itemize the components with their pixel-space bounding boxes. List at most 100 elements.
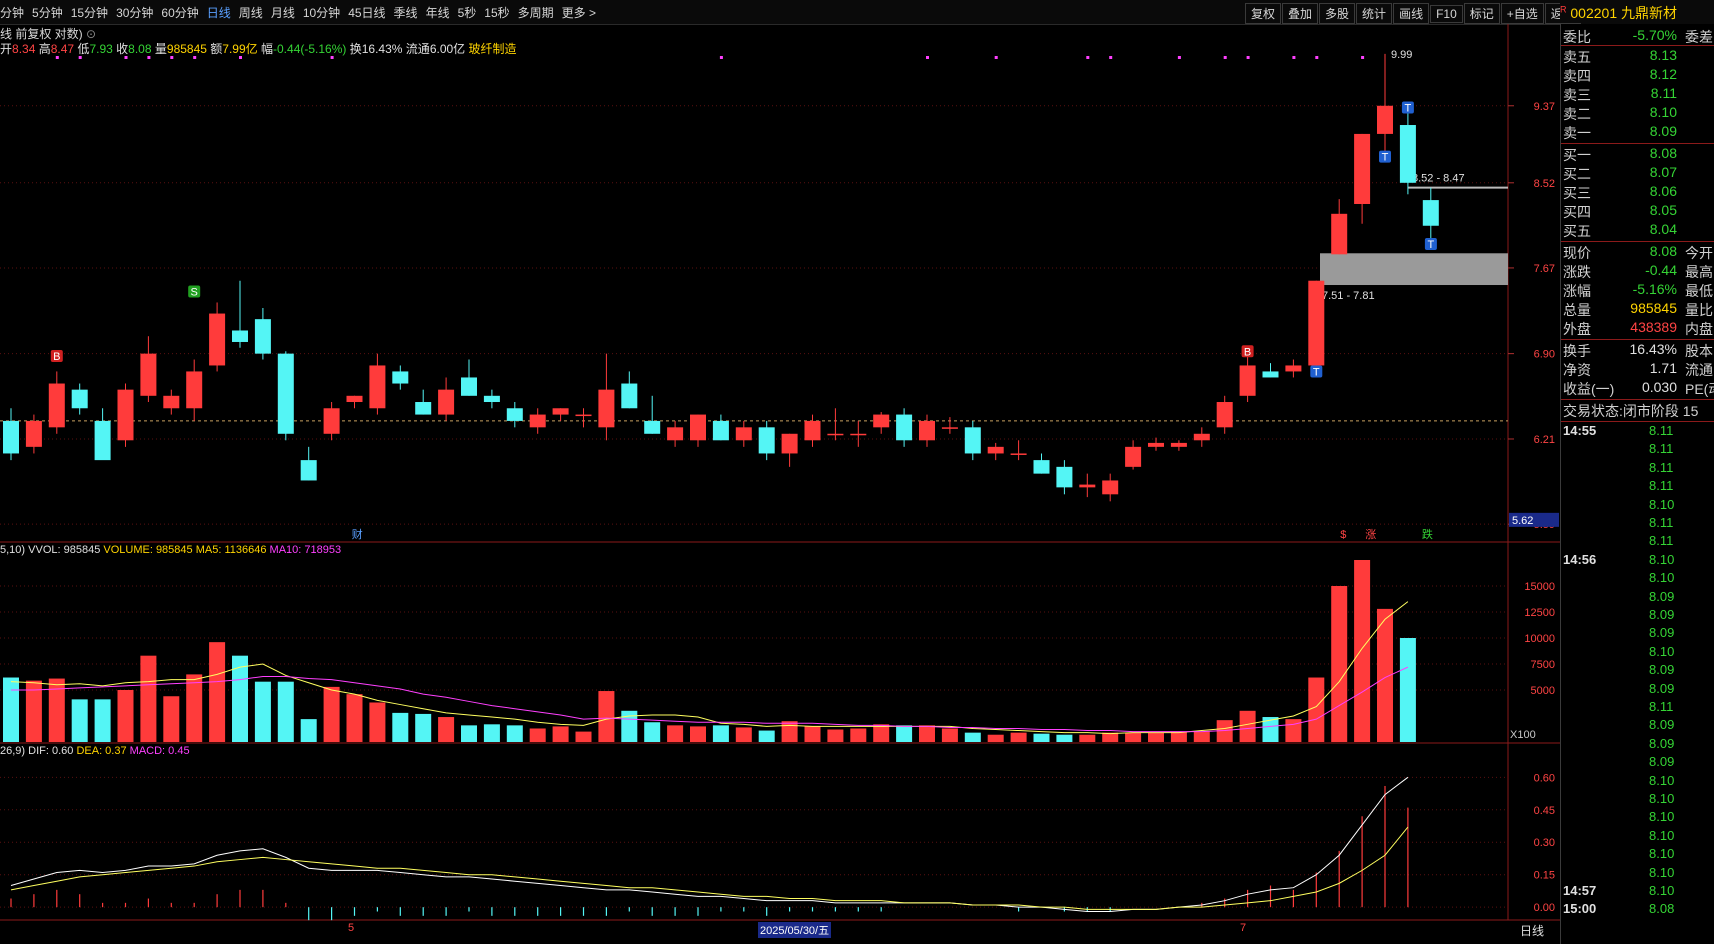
weibi-row: 委比 -5.70% 委差 [1561, 27, 1714, 46]
candle-body [506, 408, 523, 421]
ask-label: 卖四 [1563, 68, 1591, 84]
volume-bar [873, 724, 890, 742]
quote-panel: 委比 -5.70% 委差 卖五 8.13 卖四 8.12 卖三 8.11 卖二 8.10 卖一 8.09… [1560, 24, 1714, 944]
volume-bar [552, 726, 569, 742]
volume-bar [964, 732, 981, 742]
volume-bar [1308, 677, 1325, 742]
candle-body [1285, 365, 1302, 372]
event-marker: 涨 [1365, 528, 1376, 541]
weicha-label: 委差 [1685, 29, 1713, 45]
buy-marker-label: B [1244, 346, 1251, 358]
volume-bar [71, 699, 88, 742]
kline-chart[interactable]: 9.378.527.676.906.215.595.627.51 - 7.818… [0, 0, 1560, 944]
tick-price: 8.11 [1649, 478, 1674, 494]
stat-value: -5.16% [1632, 281, 1677, 297]
volume-bar [1056, 734, 1073, 742]
price-tick-label: 8.52 [1534, 178, 1555, 190]
ask-price: 8.13 [1649, 47, 1677, 63]
bid-price: 8.08 [1649, 145, 1677, 161]
stat-label: 收益(一) [1563, 381, 1615, 397]
price-tick-label: 6.90 [1534, 349, 1555, 361]
candle-body [163, 395, 180, 409]
divider [1561, 399, 1714, 400]
tick-row: 8.10 [1561, 497, 1714, 515]
volume-bar [323, 686, 340, 742]
candle-body [804, 420, 821, 441]
signal-dot [147, 56, 151, 59]
tick-row: 8.10 [1561, 773, 1714, 791]
candle-body [1308, 280, 1325, 366]
stat-right-label: 今开 [1685, 245, 1713, 261]
stat-value: 438389 [1630, 319, 1677, 335]
tick-row: 14:56 8.10 [1561, 552, 1714, 570]
volume-bar [1125, 732, 1142, 742]
tick-price: 8.11 [1649, 699, 1674, 714]
signal-dot [55, 56, 59, 59]
tick-row: 8.09 [1561, 717, 1714, 735]
candle-body [1102, 480, 1119, 495]
x-label-month-7: 7 [1240, 922, 1247, 934]
dea-value: DEA: 0.37 [76, 745, 127, 757]
stat-label: 换手 [1563, 343, 1591, 359]
tick-time: 15:00 [1563, 901, 1597, 917]
bid-row: 买四 8.05 [1561, 202, 1714, 221]
price-marker-label: 5.62 [1512, 515, 1533, 527]
period-status[interactable]: 日线 [1520, 922, 1544, 939]
stat-value: -0.44 [1645, 262, 1677, 278]
candle-body [277, 353, 294, 434]
macd-tick-label: 0.45 [1534, 805, 1555, 817]
stat-row: 涨跌 -0.44 最高 [1561, 262, 1714, 281]
volume-bar [254, 681, 271, 742]
vvol-value: VVOL: 985845 [28, 544, 101, 556]
candle-body [1079, 484, 1096, 488]
ask-price: 8.11 [1650, 85, 1677, 101]
candle-body [1399, 125, 1416, 183]
dif-value: DIF: 0.60 [28, 745, 74, 757]
candle-body [117, 389, 134, 441]
signal-dot [719, 56, 723, 59]
tick-price: 8.10 [1649, 827, 1675, 843]
candle-body [392, 371, 409, 384]
signal-dot [1086, 56, 1090, 59]
stock-code[interactable]: 002201 [1570, 5, 1617, 21]
stat-value: 8.08 [1649, 243, 1677, 259]
stat-label: 现价 [1563, 245, 1591, 261]
bid-label: 买二 [1563, 166, 1591, 182]
stock-name[interactable]: 九鼎新材 [1621, 5, 1677, 21]
tick-row: 8.09 [1561, 681, 1714, 699]
event-marker: $ [1340, 529, 1346, 541]
volume-bar [277, 681, 294, 742]
candle-body [300, 460, 317, 481]
tick-row: 8.10 [1561, 865, 1714, 883]
candle-body [873, 414, 890, 428]
volume-bar [163, 696, 180, 742]
volume-bar [529, 728, 546, 742]
tick-price: 8.10 [1649, 809, 1675, 825]
vol-unit-label: X100 [1510, 729, 1536, 741]
candle-body [186, 371, 203, 409]
stat-row: 总量 985845 量比 [1561, 300, 1714, 319]
tick-row: 8.11 [1561, 478, 1714, 496]
candle-body [232, 330, 248, 342]
volume-bar [209, 642, 226, 742]
tick-row: 8.09 [1561, 662, 1714, 680]
stat-value: 16.43% [1629, 341, 1677, 357]
tick-row: 8.11 [1561, 515, 1714, 533]
tick-price: 8.08 [1649, 901, 1675, 917]
tick-row: 8.09 [1561, 625, 1714, 643]
volume-bar [1033, 733, 1050, 742]
volume-bar [644, 722, 661, 742]
tick-price: 8.10 [1649, 791, 1675, 806]
tick-row: 8.11 [1561, 533, 1714, 551]
candle-body [94, 420, 111, 461]
candle-body [1239, 365, 1256, 396]
divider [1561, 421, 1714, 422]
volume-bar [392, 712, 409, 742]
vol-tick-label: 5000 [1531, 685, 1555, 697]
ma5-value: MA5: 1136646 [195, 544, 267, 556]
candle-body [964, 427, 981, 454]
tick-price: 8.10 [1649, 864, 1675, 880]
event-marker: 财 [352, 527, 363, 541]
candle-body [1422, 200, 1439, 226]
volume-bar [896, 725, 913, 742]
